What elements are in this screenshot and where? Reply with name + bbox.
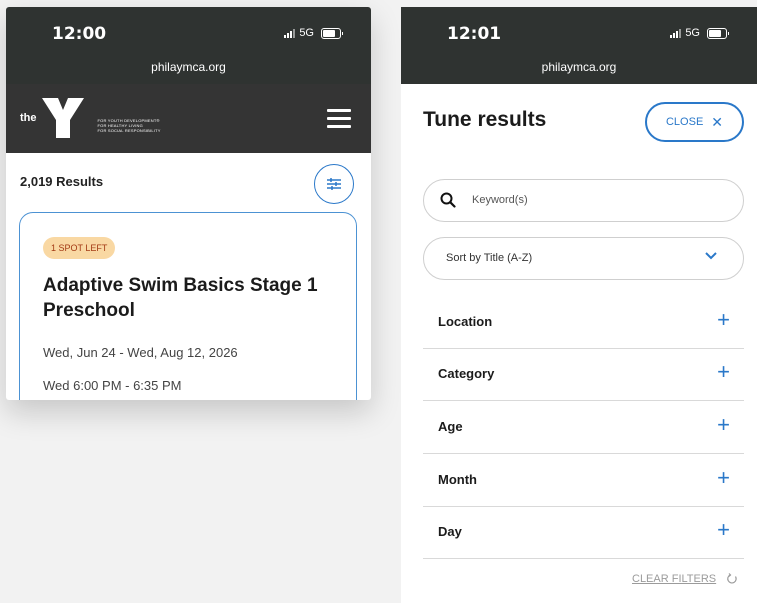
close-icon: ✕ [711,113,724,130]
status-icons: 5G [284,27,343,39]
signal-icon [670,28,682,38]
facet-age[interactable]: Age + [423,401,744,454]
close-button[interactable]: CLOSE ✕ [645,102,744,142]
facet-label: Day [438,524,462,539]
battery-icon [321,27,343,39]
clear-filters-link[interactable]: CLEAR FILTERS [632,573,716,585]
facet-label: Location [438,314,493,329]
site-header: the FOR YOUTH DEVELOPMENT® FOR HEALTHY L… [6,84,371,153]
plus-icon[interactable]: + [717,309,730,331]
program-time: Wed 6:00 PM - 6:35 PM [43,378,182,393]
facet-label: Category [438,366,495,381]
plus-icon[interactable]: + [717,467,730,489]
filter-button[interactable] [314,164,354,204]
program-title[interactable]: Adaptive Swim Basics Stage 1 Preschool [43,273,343,323]
chevron-down-icon [705,252,717,260]
facet-label: Month [438,472,477,487]
url-bar[interactable]: philaymca.org [6,57,371,84]
facet-category[interactable]: Category + [423,348,744,401]
program-card[interactable]: 1 SPOT LEFT Adaptive Swim Basics Stage 1… [19,212,357,400]
panel-title: Tune results [423,108,547,131]
program-date-range: Wed, Jun 24 - Wed, Aug 12, 2026 [43,345,238,360]
sort-select[interactable]: Sort by Title (A-Z) [423,237,744,280]
facet-label: Age [438,419,463,434]
facet-location[interactable]: Location + [423,296,744,349]
status-time: 12:00 [52,24,107,44]
sort-value: Sort by Title (A-Z) [446,252,533,264]
ymca-logo[interactable]: the FOR YOUTH DEVELOPMENT® FOR HEALTHY L… [20,96,161,140]
logo-prefix: the [20,112,37,124]
search-icon [440,192,456,208]
plus-icon[interactable]: + [717,414,730,436]
status-bar: 12:01 5G [401,7,757,57]
filter-sliders-icon [327,178,341,190]
close-button-label: CLOSE [665,116,704,128]
battery-icon [707,27,729,39]
phone-screen-filters: 12:01 5G philaymca.org Tune results CLOS… [401,7,757,603]
phone-screen-results: 12:00 5G philaymca.org the FOR YOUTH DEV… [6,7,371,400]
network-label: 5G [685,27,700,39]
reset-icon[interactable] [726,573,738,585]
facet-day[interactable]: Day + [423,506,744,559]
signal-icon [284,28,296,38]
plus-icon[interactable]: + [717,519,730,541]
keyword-search[interactable] [423,179,744,222]
facet-month[interactable]: Month + [423,454,744,507]
keyword-input[interactable] [470,193,714,207]
status-time: 12:01 [447,24,502,44]
network-label: 5G [299,27,314,39]
availability-badge: 1 SPOT LEFT [43,237,116,259]
status-bar: 12:00 5G [6,7,371,57]
logo-tagline: FOR YOUTH DEVELOPMENT® FOR HEALTHY LIVIN… [97,117,161,133]
results-count: 2,019 Results [20,174,104,189]
ymca-y-icon [41,98,84,138]
plus-icon[interactable]: + [717,361,730,383]
hamburger-menu-icon[interactable] [327,109,351,133]
status-icons: 5G [670,27,729,39]
url-bar[interactable]: philaymca.org [401,57,757,84]
